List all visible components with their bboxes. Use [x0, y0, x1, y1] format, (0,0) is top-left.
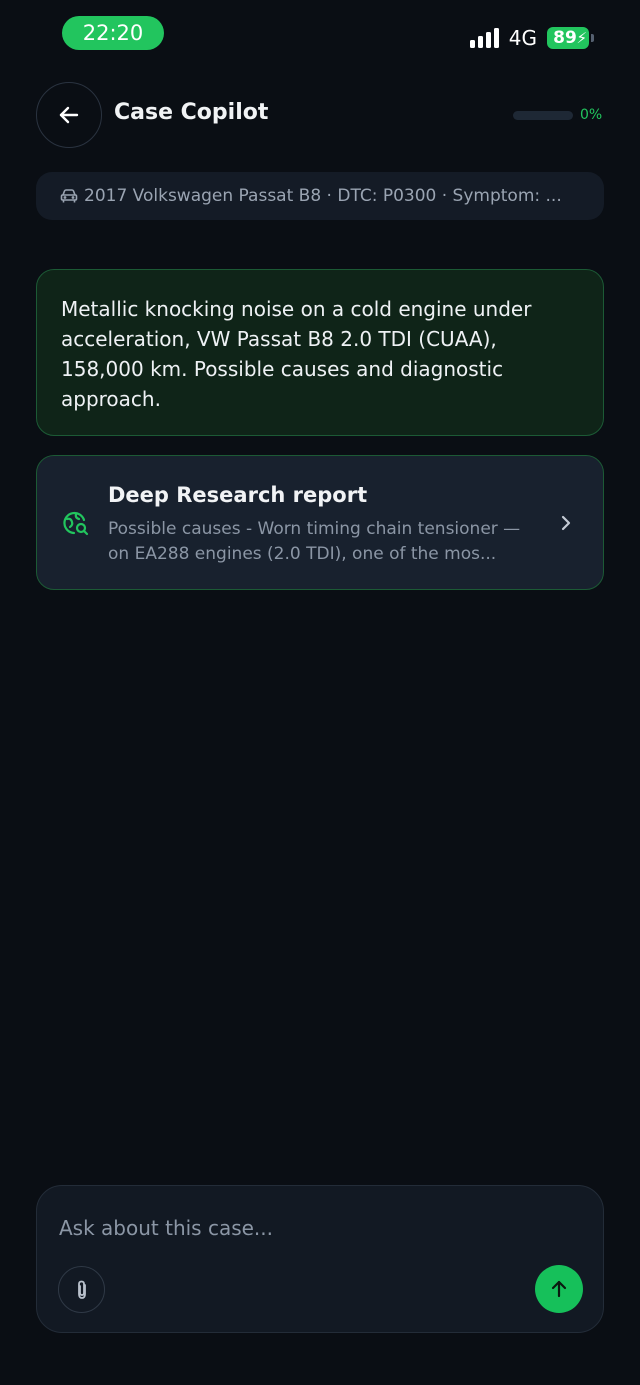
send-button[interactable]: [535, 1265, 583, 1313]
paperclip-icon: [77, 1280, 86, 1299]
status-indicators: 4G 89 ⚡: [469, 26, 594, 50]
charging-bolt-icon: ⚡: [576, 29, 587, 47]
back-button[interactable]: [36, 82, 102, 148]
battery-cap: [591, 34, 594, 42]
user-message: Metallic knocking noise on a cold engine…: [36, 269, 604, 436]
car-icon: [60, 188, 78, 204]
progress-label: 0%: [580, 107, 603, 123]
signal-icon: [469, 28, 499, 48]
chevron-right-icon: [559, 513, 573, 537]
status-time-label: 22:20: [82, 21, 144, 45]
research-card-title: Deep Research report: [108, 483, 368, 507]
case-copilot-screen: 22:20 4G 89 ⚡ Case Copilot 0% 2017 Volks…: [0, 0, 640, 1385]
arrow-left-icon: [59, 106, 79, 124]
case-context-chip[interactable]: 2017 Volkswagen Passat B8 · DTC: P0300 ·…: [36, 172, 604, 220]
status-time: 22:20: [62, 16, 164, 50]
battery-icon: 89 ⚡: [547, 27, 589, 49]
network-label: 4G: [508, 26, 537, 50]
page-title: Case Copilot: [114, 100, 269, 125]
attach-button[interactable]: [58, 1266, 105, 1313]
message-composer: [36, 1185, 604, 1333]
progress-bar: [513, 111, 573, 120]
battery-level: 89: [553, 28, 577, 48]
globe-search-icon: [62, 510, 90, 542]
message-input[interactable]: [59, 1210, 579, 1246]
case-context-text: 2017 Volkswagen Passat B8 · DTC: P0300 ·…: [84, 186, 562, 206]
deep-research-card[interactable]: Deep Research report Possible causes - W…: [36, 455, 604, 590]
arrow-up-icon: [551, 1280, 567, 1298]
research-card-preview: Possible causes - Worn timing chain tens…: [108, 519, 521, 564]
